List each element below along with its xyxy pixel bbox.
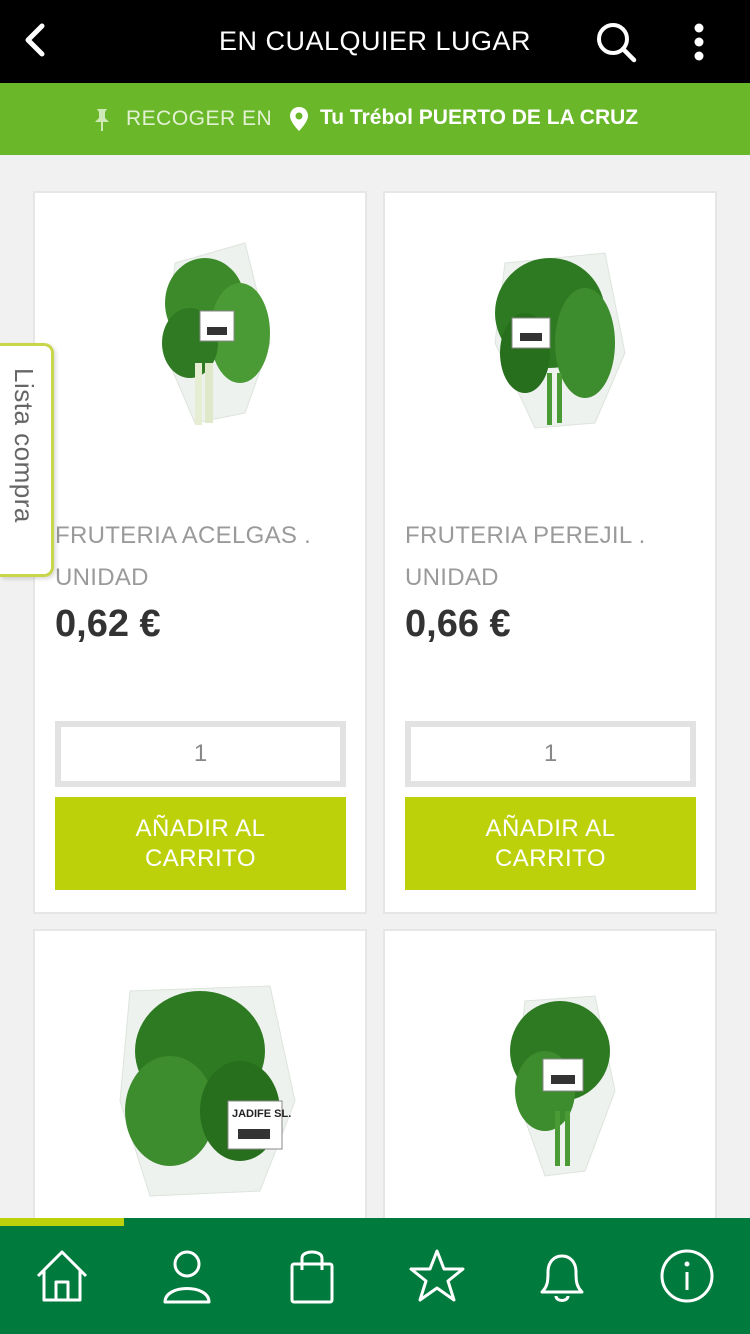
bell-icon[interactable] — [532, 1246, 592, 1306]
scroll-progress-fill — [0, 1218, 124, 1226]
shopping-list-tab[interactable]: Lista compra — [0, 343, 54, 577]
product-card[interactable]: FRUTERIA ACELGAS . UNIDAD 0,62 € 1 AÑADI… — [33, 191, 367, 914]
location-pin-icon — [290, 107, 308, 131]
user-icon[interactable] — [157, 1246, 217, 1306]
product-grid: FRUTERIA ACELGAS . UNIDAD 0,62 € 1 AÑADI… — [0, 155, 750, 1218]
info-icon[interactable] — [657, 1246, 717, 1306]
pushpin-icon — [95, 109, 109, 131]
shopping-list-tab-label: Lista compra — [9, 368, 39, 523]
product-image: JADIFE SL. — [119, 985, 296, 1197]
product-image — [510, 995, 616, 1177]
star-icon[interactable] — [407, 1246, 467, 1306]
add-to-cart-button[interactable]: AÑADIR AL CARRITO — [405, 797, 696, 890]
pickup-store[interactable]: Tu Trébol PUERTO DE LA CRUZ — [320, 106, 638, 130]
product-card[interactable] — [383, 929, 717, 1218]
home-icon[interactable] — [32, 1246, 92, 1306]
product-image — [494, 252, 626, 429]
product-image — [162, 242, 271, 425]
quantity-input[interactable]: 1 — [405, 721, 696, 787]
add-to-cart-button[interactable]: AÑADIR AL CARRITO — [55, 797, 346, 890]
product-name[interactable]: FRUTERIA PEREJIL . UNIDAD — [405, 515, 695, 599]
product-name[interactable]: FRUTERIA ACELGAS . UNIDAD — [55, 515, 345, 599]
product-card[interactable]: FRUTERIA PEREJIL . UNIDAD 0,66 € 1 AÑADI… — [383, 191, 717, 914]
top-bar: EN CUALQUIER LUGAR — [0, 0, 750, 83]
product-card[interactable]: JADIFE SL. — [33, 929, 367, 1218]
product-price: 0,62 € — [55, 603, 161, 645]
pickup-bar[interactable]: RECOGER EN Tu Trébol PUERTO DE LA CRUZ — [0, 83, 750, 155]
shopping-bag-icon[interactable] — [282, 1246, 342, 1306]
search-icon[interactable] — [594, 20, 638, 64]
more-vertical-icon[interactable] — [684, 20, 714, 64]
quantity-input[interactable]: 1 — [55, 721, 346, 787]
pickup-label: RECOGER EN — [126, 107, 273, 130]
scroll-progress-bar — [0, 1218, 750, 1226]
bottom-nav — [0, 1218, 750, 1334]
package-label: JADIFE SL. — [232, 1108, 291, 1120]
product-price: 0,66 € — [405, 603, 511, 645]
